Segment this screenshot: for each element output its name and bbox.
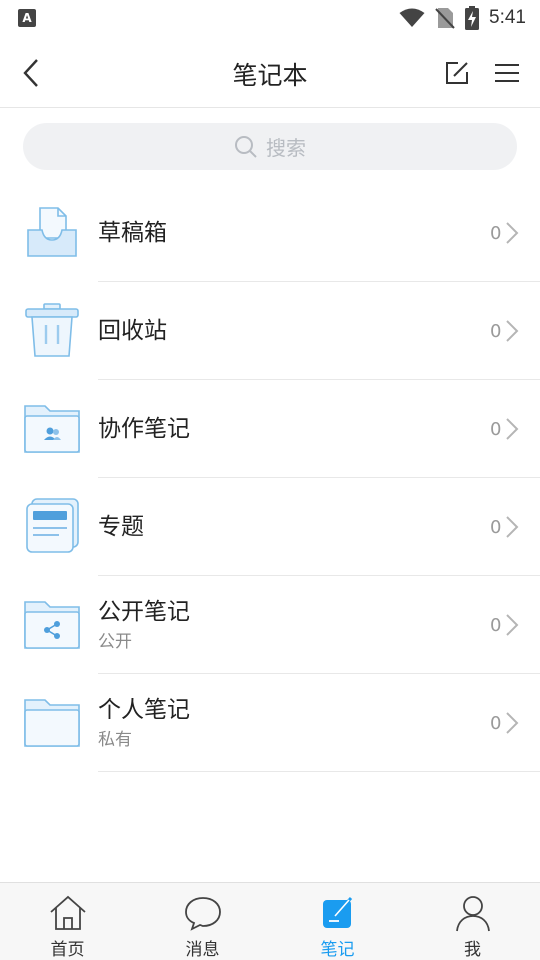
topic-icon — [26, 498, 79, 553]
search-input[interactable]: 搜索 — [23, 123, 517, 170]
menu-button[interactable] — [490, 56, 524, 90]
list-item-count: 0 — [490, 418, 502, 440]
notebook-list: 草稿箱 0 回收站 0 协作笔记 0 专题 0 公开笔记 公开 0 个人笔记 私… — [0, 184, 540, 772]
list-item-collab[interactable]: 协作笔记 0 — [0, 380, 540, 478]
battery-charging-icon — [465, 6, 480, 30]
chevron-right-icon — [506, 614, 519, 636]
trash-bin-icon — [25, 303, 79, 357]
list-item-count: 0 — [490, 614, 502, 636]
chevron-right-icon — [506, 712, 519, 734]
wifi-icon — [399, 8, 425, 27]
no-sim-icon — [435, 8, 455, 29]
tab-notes[interactable]: 笔记 — [270, 883, 405, 960]
list-item-title: 公开笔记 — [98, 599, 190, 625]
tab-home[interactable]: 首页 — [0, 883, 135, 960]
bottom-tab-bar: 首页 消息 笔记 我 — [0, 882, 540, 960]
collab-folder-icon — [24, 405, 80, 453]
edit-icon — [446, 62, 468, 84]
search-icon — [235, 135, 257, 158]
list-item-trash[interactable]: 回收站 0 — [0, 282, 540, 380]
tab-label: 笔记 — [320, 940, 355, 960]
chat-bubble-icon — [184, 897, 221, 931]
search-placeholder: 搜索 — [266, 136, 306, 160]
menu-icon — [495, 64, 519, 82]
list-item-count: 0 — [490, 320, 502, 342]
list-item-title: 协作笔记 — [98, 416, 190, 442]
new-note-button[interactable] — [440, 56, 474, 90]
back-button[interactable] — [14, 56, 48, 90]
back-chevron-icon — [23, 59, 38, 87]
list-item-subtitle: 私有 — [98, 730, 132, 750]
list-item-topics[interactable]: 专题 0 — [0, 478, 540, 576]
tab-label: 首页 — [50, 940, 85, 960]
status-bar: A 5:41 — [0, 0, 540, 36]
tab-label: 我 — [464, 940, 481, 960]
list-item-title: 个人笔记 — [98, 697, 190, 723]
list-item-subtitle: 公开 — [98, 632, 132, 652]
draft-tray-icon — [27, 207, 77, 257]
chevron-right-icon — [506, 516, 519, 538]
list-item-title: 回收站 — [98, 318, 167, 344]
tab-me[interactable]: 我 — [405, 883, 540, 960]
list-item-public[interactable]: 公开笔记 公开 0 — [0, 576, 540, 674]
list-item-count: 0 — [490, 712, 502, 734]
person-icon — [455, 896, 490, 932]
list-item-count: 0 — [490, 516, 502, 538]
list-item-private[interactable]: 个人笔记 私有 0 — [0, 674, 540, 772]
chevron-right-icon — [506, 320, 519, 342]
note-icon — [322, 897, 352, 928]
notification-a-icon: A — [18, 9, 36, 27]
list-item-title: 专题 — [98, 514, 144, 540]
tab-label: 消息 — [185, 940, 220, 960]
home-icon — [49, 895, 86, 930]
share-folder-icon — [24, 601, 80, 649]
chevron-right-icon — [506, 418, 519, 440]
list-item-count: 0 — [490, 222, 502, 244]
status-time: 5:41 — [489, 7, 526, 28]
folder-icon — [24, 699, 80, 747]
list-item-drafts[interactable]: 草稿箱 0 — [0, 184, 540, 282]
tab-messages[interactable]: 消息 — [135, 883, 270, 960]
chevron-right-icon — [506, 222, 519, 244]
nav-bar: 笔记本 — [0, 36, 540, 108]
list-item-title: 草稿箱 — [98, 220, 167, 246]
divider — [98, 771, 540, 772]
